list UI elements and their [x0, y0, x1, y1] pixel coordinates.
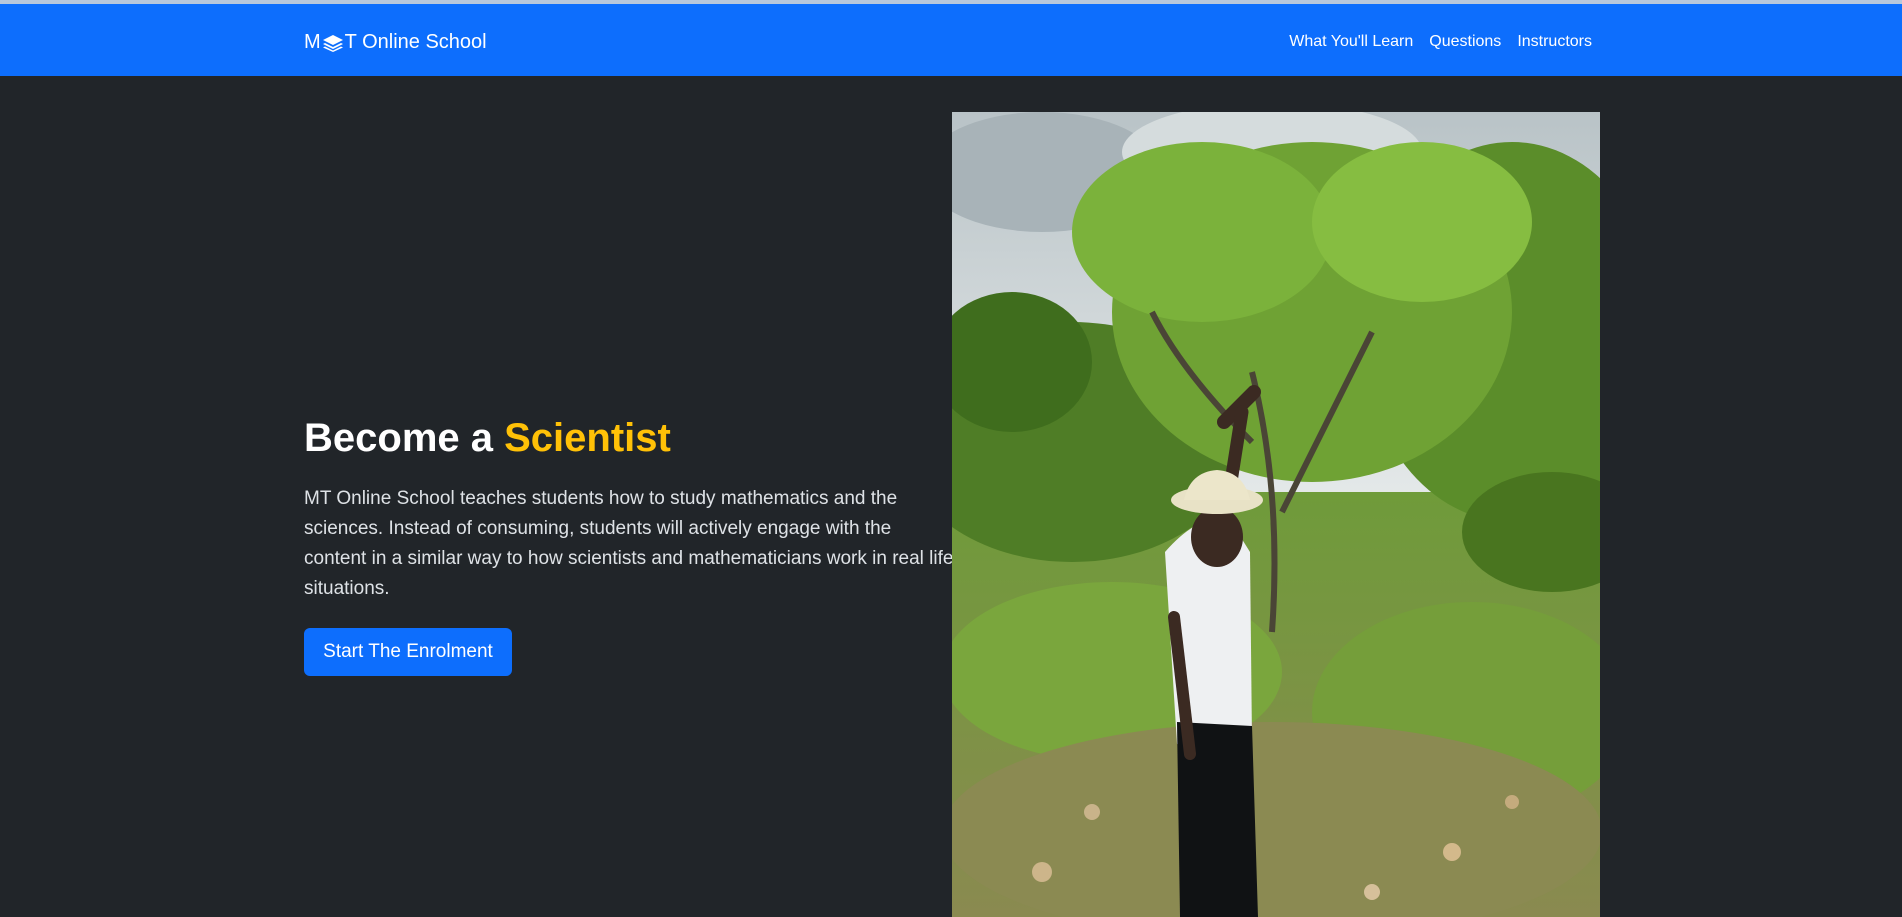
brand-logo-link[interactable]: M T Online School — [304, 31, 487, 54]
hero-photo — [952, 112, 1600, 917]
start-enrolment-button[interactable]: Start The Enrolment — [304, 628, 512, 676]
hero-title-plain: Become a — [304, 416, 505, 460]
hero-title-accent: Scientist — [504, 416, 671, 460]
nav-link-what-youll-learn[interactable]: What You'll Learn — [1289, 33, 1413, 51]
nav-link-questions[interactable]: Questions — [1429, 33, 1501, 51]
brand-suffix: T Online School — [344, 31, 487, 53]
hero-text: Become a Scientist MT Online School teac… — [304, 414, 954, 604]
layers-icon — [322, 34, 344, 52]
nav-links: What You'll Learn Questions Instructors — [1289, 33, 1592, 51]
nav-link-instructors[interactable]: Instructors — [1517, 33, 1592, 51]
navbar: M T Online School What You'll Learn Ques… — [0, 4, 1902, 76]
hero-title: Become a Scientist — [304, 414, 954, 462]
hero-description: MT Online School teaches students how to… — [304, 488, 954, 599]
brand-prefix: M — [304, 31, 321, 53]
